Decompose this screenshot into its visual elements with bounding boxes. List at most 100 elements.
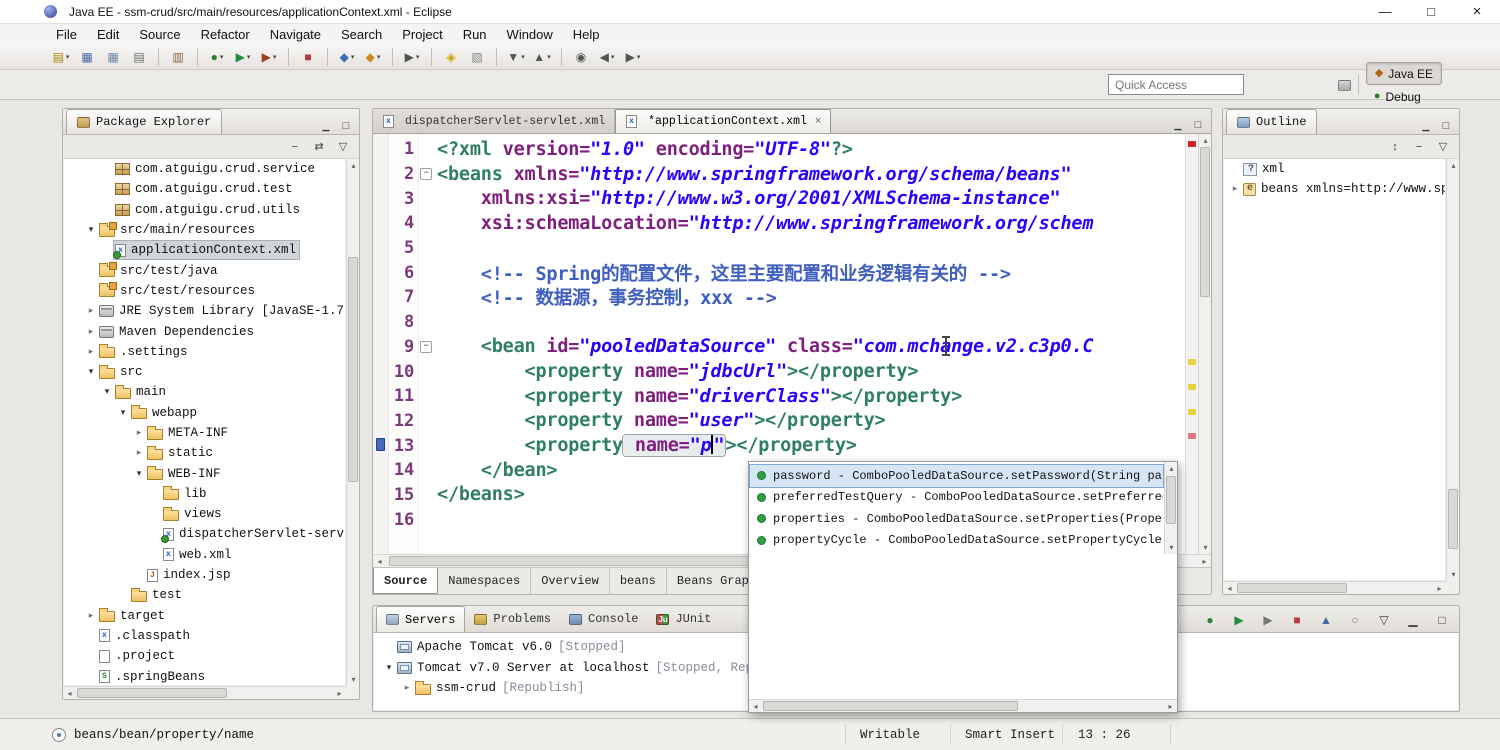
tab-junit[interactable]: JUnit	[647, 606, 720, 632]
code-line-13[interactable]: 13 <property name="p "></property>	[373, 433, 1185, 458]
tree-item-applicationcontext-xml[interactable]: applicationContext.xml	[64, 240, 345, 261]
tree-item-com-atguigu-crud-test[interactable]: com.atguigu.crud.test	[64, 179, 345, 199]
scroll-left-icon[interactable]	[373, 555, 386, 568]
expand-arrow-icon[interactable]: ▸	[84, 347, 98, 357]
tree-item-web-xml[interactable]: web.xml	[64, 545, 345, 565]
tree-item-settings[interactable]: ▸ .settings	[64, 342, 345, 362]
expand-arrow-icon[interactable]: ▸	[400, 683, 414, 693]
scrollbar-thumb[interactable]	[348, 257, 358, 482]
maximize-button[interactable]: □	[1408, 0, 1454, 23]
minimize-icon[interactable]: ▁	[1402, 610, 1424, 630]
code-line-3[interactable]: 3 xmlns:xsi="http://www.w3.org/2001/XMLS…	[373, 186, 1185, 211]
menu-refactor[interactable]: Refactor	[191, 24, 260, 44]
scroll-up-icon[interactable]	[1199, 134, 1211, 147]
code-line-10[interactable]: 10 <property name="jdbcUrl"></property>	[373, 359, 1185, 384]
dropdown-arrow-icon[interactable]: ▾	[521, 53, 525, 61]
outline-vertical-scrollbar[interactable]	[1446, 159, 1459, 581]
expand-arrow-icon[interactable]: ▸	[1228, 184, 1242, 194]
scroll-down-icon[interactable]	[1165, 541, 1178, 554]
sort-icon[interactable]: ↕	[1385, 138, 1405, 156]
new-web-project-icon[interactable]: ◆ ▾	[362, 47, 384, 67]
new-icon[interactable]: ▤ ▾	[50, 47, 72, 67]
scroll-left-icon[interactable]	[1223, 582, 1236, 595]
expand-arrow-icon[interactable]: ▸	[84, 306, 98, 316]
maximize-editor-icon[interactable]	[1189, 117, 1207, 133]
popup-horizontal-scrollbar[interactable]	[749, 699, 1177, 712]
publish-icon[interactable]: ▲	[1315, 610, 1337, 630]
completion-item[interactable]: preferredTestQuery - ComboPooledDataSour…	[750, 487, 1163, 509]
previous-annotation-icon[interactable]: ▲ ▾	[531, 47, 553, 67]
collapse-arrow-icon[interactable]: ▾	[382, 663, 396, 673]
editor-tab-dispatcherservlet-servlet-xml[interactable]: dispatcherServlet-servlet.xml	[373, 109, 616, 133]
code-line-7[interactable]: 7 <!-- 数据源，事务控制，xxx -->	[373, 285, 1185, 310]
scroll-down-icon[interactable]	[1199, 541, 1211, 554]
code-line-9[interactable]: 9 <bean id="pooledDataSource" class="com…	[373, 335, 1185, 360]
print-icon[interactable]: ▤	[128, 47, 150, 67]
code-line-6[interactable]: 6 <!-- Spring的配置文件，这里主要配置和业务逻辑有关的 -->	[373, 260, 1185, 285]
tree-item-dispatcherservlet-servl[interactable]: dispatcherServlet-servl	[64, 524, 345, 544]
mark-occurrences-icon[interactable]: ▧	[466, 47, 488, 67]
tree-item-meta-inf[interactable]: ▸ META-INF	[64, 423, 345, 443]
editor-tab-applicationcontext-xml[interactable]: *applicationContext.xml ×	[615, 109, 832, 133]
menu-navigate[interactable]: Navigate	[260, 24, 331, 44]
tree-item-views[interactable]: views	[64, 504, 345, 524]
collapse-arrow-icon[interactable]: ▾	[116, 408, 130, 418]
tree-item-jre-system-library-javase-1-7[interactable]: ▸ JRE System Library [JavaSE-1.7]	[64, 301, 345, 321]
collapse-arrow-icon[interactable]: ▾	[84, 225, 98, 235]
tree-item-webapp[interactable]: ▾ webapp	[64, 403, 345, 423]
tree-item-maven-dependencies[interactable]: ▸ Maven Dependencies	[64, 321, 345, 341]
tree-item-classpath[interactable]: .classpath	[64, 626, 345, 646]
tab-console[interactable]: Console	[560, 606, 647, 632]
link-with-editor-icon[interactable]: ⇄	[309, 138, 329, 156]
dropdown-arrow-icon[interactable]: ▾	[416, 53, 420, 61]
tree-item-src-test-java[interactable]: src/test/java	[64, 260, 345, 280]
overview-ruler[interactable]	[1185, 134, 1198, 554]
maximize-icon[interactable]: □	[1431, 610, 1453, 630]
outline-item-xml[interactable]: xml	[1224, 159, 1445, 179]
view-menu-icon[interactable]: ▽	[333, 138, 353, 156]
code-line-5[interactable]: 5	[373, 236, 1185, 261]
occurrence-marker[interactable]	[1188, 384, 1196, 390]
scrollbar-thumb[interactable]	[1237, 583, 1347, 593]
package-explorer-tab[interactable]: Package Explorer	[66, 109, 223, 134]
explorer-vertical-scrollbar[interactable]	[346, 159, 359, 686]
minimize-button[interactable]: —	[1362, 0, 1408, 23]
scroll-left-icon[interactable]	[63, 687, 76, 700]
scroll-right-icon[interactable]	[1198, 555, 1211, 568]
next-annotation-icon[interactable]: ▼ ▾	[505, 47, 527, 67]
outline-horizontal-scrollbar[interactable]	[1223, 581, 1446, 594]
debug-icon[interactable]: ● ▾	[206, 47, 228, 67]
minimize-editor-icon[interactable]	[1169, 117, 1187, 133]
expand-arrow-icon[interactable]: ▸	[84, 327, 98, 337]
tree-item-src[interactable]: ▾ src	[64, 362, 345, 382]
completion-item[interactable]: password - ComboPooledDataSource.setPass…	[749, 464, 1164, 488]
menu-edit[interactable]: Edit	[87, 24, 129, 44]
build-all-icon[interactable]: ▥	[167, 47, 189, 67]
page-tab-source[interactable]: Source	[373, 568, 439, 594]
menu-source[interactable]: Source	[129, 24, 190, 44]
explorer-horizontal-scrollbar[interactable]	[63, 686, 346, 699]
fold-collapse-icon[interactable]	[419, 335, 433, 360]
scrollbar-thumb[interactable]	[77, 688, 227, 698]
menu-run[interactable]: Run	[453, 24, 497, 44]
collapse-arrow-icon[interactable]: ▾	[132, 469, 146, 479]
dropdown-arrow-icon[interactable]: ▾	[247, 53, 251, 61]
tab-servers[interactable]: Servers	[376, 606, 466, 632]
collapse-all-icon[interactable]: −	[285, 138, 305, 156]
page-tab-beans[interactable]: beans	[610, 568, 667, 594]
open-perspective-icon[interactable]	[1337, 79, 1351, 91]
outline-item-beans-xmlns-http-www-spr[interactable]: ▸ beans xmlns=http://www.spr	[1224, 179, 1445, 199]
expand-arrow-icon[interactable]: ▸	[132, 428, 146, 438]
code-line-1[interactable]: 1 <?xml version="1.0" encoding="UTF-8"?>	[373, 137, 1185, 162]
minimize-view-icon[interactable]	[1417, 118, 1435, 134]
scroll-up-icon[interactable]	[1165, 462, 1178, 475]
tree-item-src-main-resources[interactable]: ▾ src/main/resources	[64, 220, 345, 240]
quick-access-input[interactable]	[1108, 74, 1244, 95]
profile-server-icon[interactable]: ▶	[1257, 610, 1279, 630]
editor-vertical-scrollbar[interactable]	[1198, 134, 1211, 554]
perspective-debug[interactable]: ● Debug	[1366, 85, 1442, 108]
completion-item[interactable]: properties - ComboPooledDataSource.setPr…	[750, 508, 1163, 530]
tree-item-com-atguigu-crud-service[interactable]: com.atguigu.crud.service	[64, 159, 345, 179]
dropdown-arrow-icon[interactable]: ▾	[66, 53, 70, 61]
dropdown-arrow-icon[interactable]: ▾	[637, 53, 641, 61]
